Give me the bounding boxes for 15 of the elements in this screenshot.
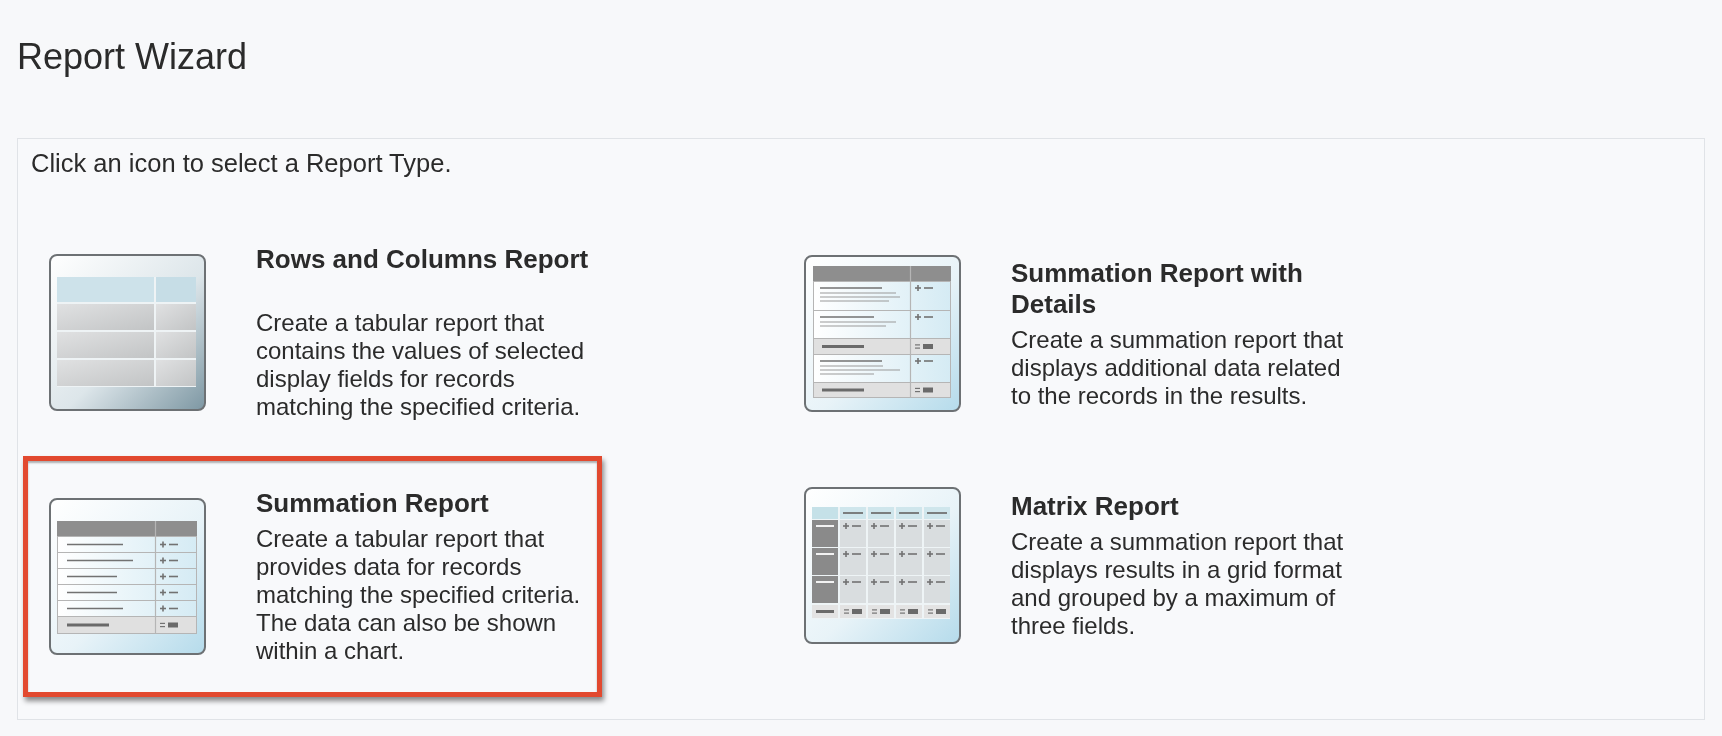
report-type-description: Create a summation report that displays results in a grid format and grouped by a maximum of three fields. — [1011, 528, 1345, 640]
report-type-title: Summation Report — [256, 488, 490, 519]
report-type-title: Summation Report with Details — [1011, 257, 1304, 320]
table-icon[interactable] — [49, 254, 206, 411]
report-type-description: Create a tabular report that contains the values of selected display fields for records matching the specified criteria. — [256, 309, 586, 421]
report-type-description: Create a summation report that displays additional data related to the records in the results. — [1011, 325, 1345, 410]
summary-table-icon[interactable] — [49, 498, 206, 655]
instruction-text: Click an icon to select a Report Type. — [30, 148, 453, 178]
matrix-grid-icon[interactable] — [804, 487, 961, 644]
report-type-description: Create a tabular report that provides data for records matching the specified criteria. The data can also be shown within a chart. — [256, 525, 582, 665]
report-type-title: Matrix Report — [1011, 491, 1180, 522]
report-type-title: Rows and Columns Report — [256, 244, 590, 275]
page-title: Report Wizard — [16, 35, 249, 79]
selected-report-card[interactable]: Summation Report Create a tabular report that provides data for records matching the specified criteria. The data can also be shown within a chart. — [23, 456, 602, 697]
detail-table-icon[interactable] — [804, 255, 961, 412]
